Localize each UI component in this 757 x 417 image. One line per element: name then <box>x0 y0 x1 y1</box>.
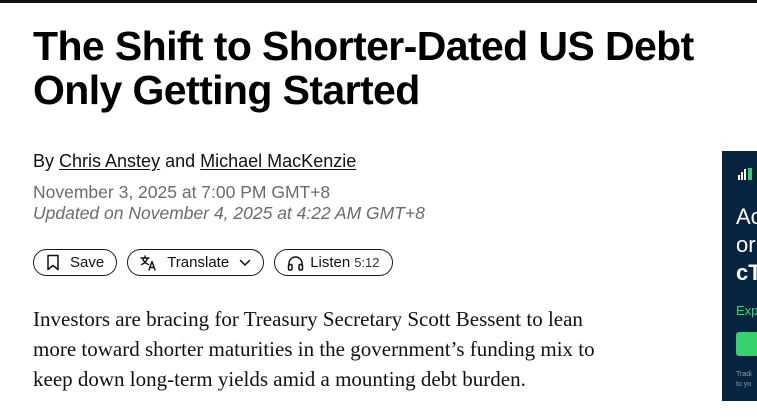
chevron-down-icon <box>239 259 251 267</box>
author-link-michael-mackenzie[interactable]: Michael MacKenzie <box>200 151 356 171</box>
byline: By Chris Anstey and Michael MacKenzie <box>33 151 356 172</box>
sidebar-advertisement[interactable]: Ac or cT Exp Tradi to yo <box>722 151 757 401</box>
save-label: Save <box>70 254 105 271</box>
byline-prefix: By <box>33 151 55 171</box>
body-line-1: Investors are bracing for Treasury Secre… <box>33 307 583 331</box>
ad-line-3: cT <box>736 260 757 285</box>
body-line-2: more toward shorter maturities in the go… <box>33 337 595 361</box>
translate-label: Translate <box>167 254 230 271</box>
published-date: November 3, 2025 at 7:00 PM GMT+8 <box>33 182 331 202</box>
ad-line-2: or <box>736 232 756 257</box>
headline-line-2: Only Getting Started <box>33 67 420 113</box>
headphones-icon <box>287 255 304 271</box>
top-rule <box>0 0 757 3</box>
byline-and: and <box>165 151 196 171</box>
ad-fine-print: Tradi to yo <box>736 370 752 390</box>
ad-fine-line-2: to yo <box>736 381 752 388</box>
ad-line-1: Ac <box>736 204 757 229</box>
updated-date: Updated on November 4, 2025 at 4:22 AM G… <box>33 203 425 223</box>
listen-button[interactable]: Listen 5:12 <box>274 249 393 276</box>
ad-headline: Ac or cT <box>736 203 757 287</box>
ad-cta-button[interactable] <box>736 332 757 356</box>
bar-chart-logo-icon <box>738 167 757 185</box>
translate-icon <box>140 254 157 271</box>
translate-button[interactable]: Translate <box>127 249 265 276</box>
bookmark-icon <box>46 254 60 271</box>
dateline: November 3, 2025 at 7:00 PM GMT+8 Update… <box>33 182 425 224</box>
article-body-paragraph: Investors are bracing for Treasury Secre… <box>33 304 673 394</box>
listen-duration: 5:12 <box>354 255 380 270</box>
headline-line-1: The Shift to Shorter-Dated US Debt <box>33 23 694 69</box>
listen-label: Listen <box>310 254 351 271</box>
save-button[interactable]: Save <box>33 249 118 276</box>
body-line-3: keep down long-term yields amid a mounti… <box>33 367 526 391</box>
ad-fine-line-1: Tradi <box>736 371 752 378</box>
article-actions: Save Translate Listen 5:12 <box>33 249 393 276</box>
article-headline: The Shift to Shorter-Dated US Debt Only … <box>33 24 757 112</box>
author-link-chris-anstey[interactable]: Chris Anstey <box>59 151 160 171</box>
ad-subtext: Exp <box>736 303 757 318</box>
